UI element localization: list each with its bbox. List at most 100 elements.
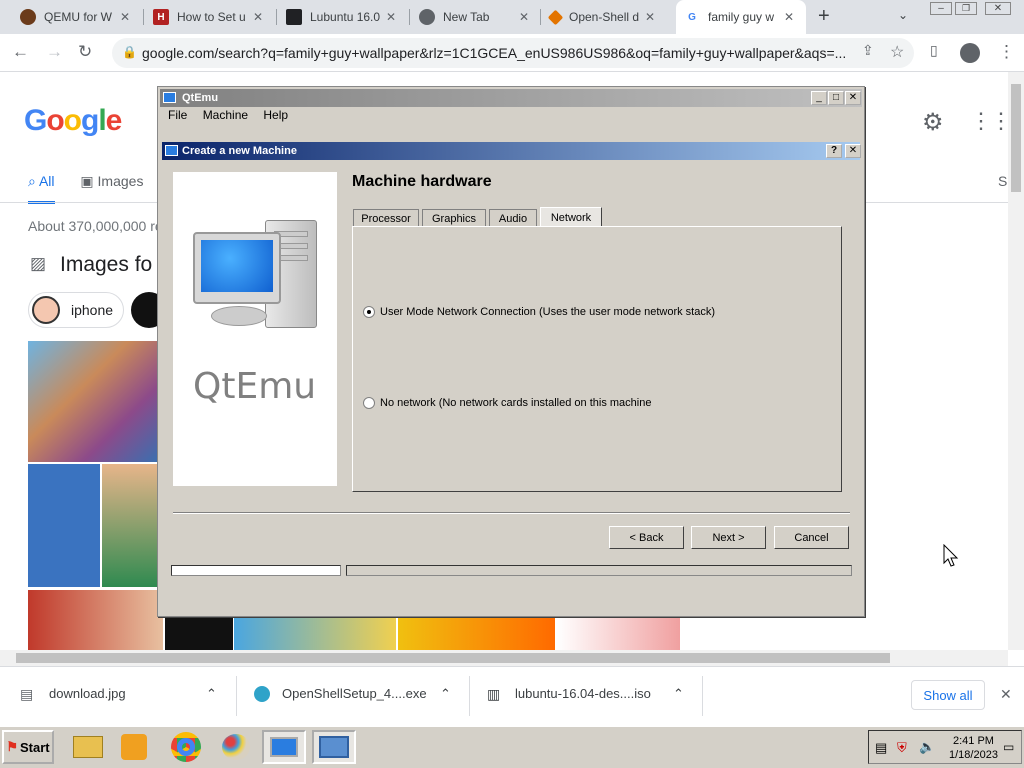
menu-help[interactable]: Help [263,108,288,122]
reload-icon[interactable]: ↻ [78,42,92,62]
openshell-file-icon [254,686,270,702]
image-result[interactable] [102,464,158,587]
menu-machine[interactable]: Machine [203,108,248,122]
browser-tab-strip: QEMU for W ✕ H How to Set u ✕ Lubuntu 16… [0,0,1024,34]
security-tray-icon[interactable]: ⛨ [897,740,907,756]
image-file-icon: ▤ [20,686,34,702]
image-result[interactable] [28,341,158,462]
nav-images[interactable]: ▣ Images [80,173,143,189]
paint-taskbar-icon[interactable] [214,730,258,764]
tab-lubuntu[interactable]: Lubuntu 16.0 ✕ [278,0,410,34]
profile-avatar-icon[interactable] [960,43,980,63]
computer-monitor-icon [193,232,281,304]
vertical-scrollbar[interactable] [1008,72,1024,650]
tab-qemu[interactable]: QEMU for W ✕ [12,0,144,34]
browser-toolbar: ← → ↻ 🔒 google.com/search?q=family+guy+w… [0,34,1024,72]
explorer-taskbar-icon[interactable] [66,730,110,764]
tab-family-guy[interactable]: G family guy w ✕ [676,0,806,34]
no-network-label[interactable]: No network (No network cards installed o… [380,397,651,409]
window-close-icon[interactable]: ✕ [985,2,1011,15]
show-desktop-icon[interactable]: ▭ [1003,740,1014,754]
tab-graphics[interactable]: Graphics [422,209,486,227]
page-heading: Machine hardware [352,173,492,190]
network-tab-pane [352,226,842,492]
bookmark-star-icon[interactable]: ☆ [890,42,904,62]
media-player-taskbar-icon[interactable] [112,730,156,764]
download-item[interactable]: lubuntu-16.04-des....iso [515,686,651,701]
machine-list-panel[interactable] [171,565,341,576]
cancel-button[interactable]: Cancel [774,526,849,549]
qtemu-taskbar-icon[interactable] [262,730,306,764]
image-result[interactable] [234,618,396,650]
chip-iphone[interactable]: iphone [28,292,124,328]
tab-how-to-set[interactable]: H How to Set u ✕ [145,0,277,34]
chrome-taskbar-icon[interactable] [164,730,208,764]
nav-all[interactable]: ⌕ All [28,173,55,204]
back-arrow-icon[interactable]: ← [12,42,29,62]
close-tab-icon[interactable]: ✕ [120,10,130,24]
close-tab-icon[interactable]: ✕ [386,10,396,24]
download-item[interactable]: OpenShellSetup_4....exe [282,686,427,701]
monitor-stand-icon [211,306,267,326]
tab-search-chevron-icon[interactable]: ⌄ [898,8,908,22]
tab-open-shell[interactable]: Open-Shell d ✕ [542,0,674,34]
side-panel-icon[interactable]: ▯ [930,42,938,59]
window-restore-icon[interactable]: ❐ [955,2,977,15]
archive-favicon-icon [286,9,302,25]
close-tab-icon[interactable]: ✕ [519,10,529,24]
dialog-title-bar[interactable]: Create a new Machine [162,142,860,160]
chevron-up-icon[interactable]: ⌃ [440,686,451,702]
minimize-icon[interactable]: _ [811,91,827,105]
user-mode-network-label[interactable]: User Mode Network Connection (Uses the u… [380,306,715,318]
volume-tray-icon[interactable]: 🔈 [919,739,935,755]
start-button[interactable]: ⚑ Start [2,730,54,764]
show-all-button[interactable]: Show all [911,680,985,710]
maximize-icon[interactable]: □ [828,91,844,105]
tab-audio[interactable]: Audio [489,209,537,227]
user-mode-network-radio[interactable] [363,306,375,318]
qtemu-menu-bar: File Machine Help [160,108,862,128]
close-tab-icon[interactable]: ✕ [784,10,794,24]
new-tab-plus-icon[interactable]: + [818,5,830,28]
address-bar[interactable]: 🔒 google.com/search?q=family+guy+wallpap… [112,38,914,68]
h-favicon-icon: H [153,9,169,25]
horizontal-scrollbar[interactable] [0,650,1008,666]
no-network-radio[interactable] [363,397,375,409]
clock-date[interactable]: 1/18/2023 [949,749,998,761]
tab-network[interactable]: Network [540,207,602,227]
chevron-up-icon[interactable]: ⌃ [206,686,217,702]
qtemu-title-bar[interactable]: QtEmu [160,89,862,107]
chrome-favicon-icon [419,9,435,25]
next-button[interactable]: Next > [691,526,766,549]
back-button[interactable]: < Back [609,526,684,549]
network-tray-icon[interactable]: ▤ [875,740,887,756]
share-icon[interactable]: ⇪ [862,42,874,59]
forward-arrow-icon[interactable]: → [46,42,63,62]
help-icon[interactable]: ? [826,144,842,158]
chevron-up-icon[interactable]: ⌃ [673,686,684,702]
nav-more[interactable]: S [998,173,1007,189]
menu-file[interactable]: File [168,108,187,122]
iso-file-icon: ▥ [487,686,501,702]
image-result[interactable] [557,618,680,650]
download-item[interactable]: download.jpg [49,686,126,701]
close-icon[interactable]: ✕ [845,91,861,105]
tab-processor[interactable]: Processor [353,209,419,227]
google-logo[interactable]: Google [24,104,122,138]
close-tab-icon[interactable]: ✕ [253,10,263,24]
image-result[interactable] [165,618,233,650]
clock-time[interactable]: 2:41 PM [953,735,994,747]
image-result[interactable] [28,590,163,650]
window-minimize-icon[interactable]: – [930,2,952,15]
dialog-close-icon[interactable]: ✕ [845,144,861,158]
open-shell-favicon-icon [547,9,564,25]
menu-kebab-icon[interactable]: ⋮ [998,42,1015,62]
close-tab-icon[interactable]: ✕ [645,10,655,24]
image-result[interactable] [398,618,555,650]
chip-label: iphone [71,302,114,318]
dialog-taskbar-icon[interactable] [312,730,356,764]
settings-gear-icon[interactable]: ⚙ [922,108,944,137]
tab-new-tab[interactable]: New Tab ✕ [411,0,541,34]
close-downloads-icon[interactable]: ✕ [1000,686,1012,703]
image-result[interactable] [28,464,100,587]
